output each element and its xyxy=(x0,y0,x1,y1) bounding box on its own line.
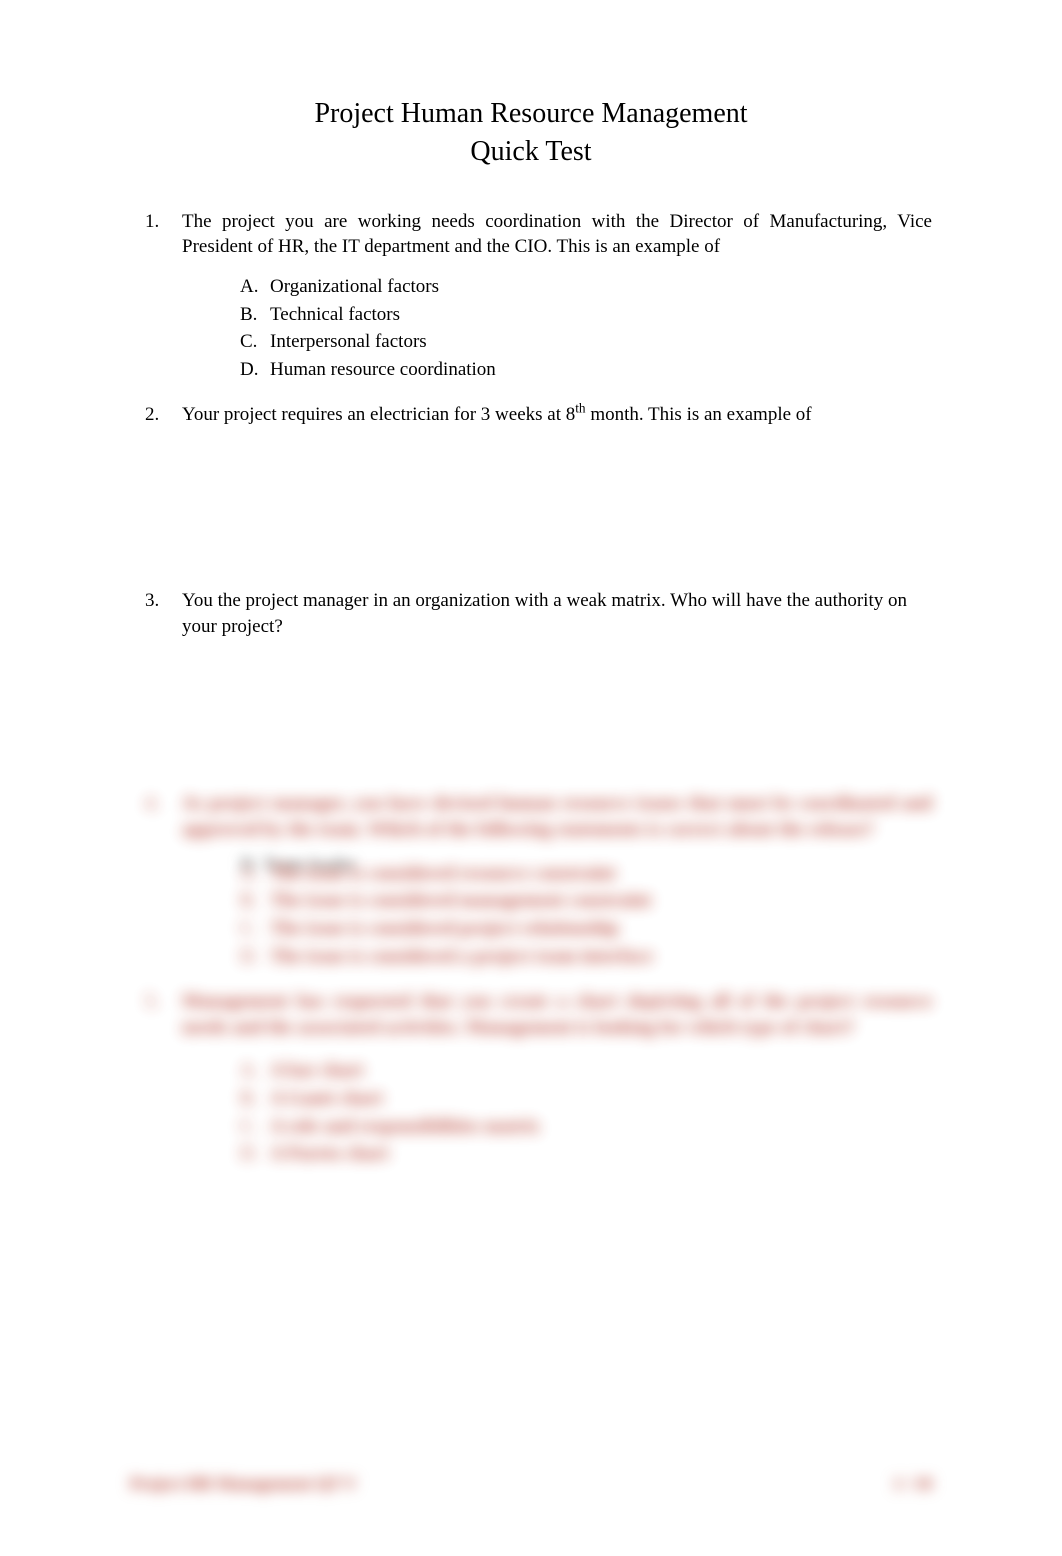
option-letter: A. xyxy=(240,1058,258,1084)
option-letter: B. xyxy=(240,1086,257,1112)
question-3: 3. You the project manager in an organiz… xyxy=(130,588,932,639)
option-d: D. A Pareto chart xyxy=(240,1141,932,1167)
options-list: A. A bar chart B. A Gantt chart C. A rol… xyxy=(182,1058,932,1167)
option-b: B. Technical factors xyxy=(240,302,932,328)
question-text: Your project requires an electrician for… xyxy=(182,402,932,428)
option-letter: B. xyxy=(240,302,257,328)
option-b: B. The issue is considered management co… xyxy=(240,888,932,914)
option-text: Interpersonal factors xyxy=(270,331,427,352)
page-footer: Project HR Management QT V 1 / 10 xyxy=(130,1474,932,1494)
option-text: Organizational factors xyxy=(270,276,439,297)
option-letter: D. xyxy=(240,944,258,970)
option-c: C. The issue is considered project relat… xyxy=(240,916,932,942)
option-c: C. A role and responsibilities matrix xyxy=(240,1114,932,1140)
questions-list: 1. The project you are working needs coo… xyxy=(130,209,932,1167)
option-text: The issue is considered a project team i… xyxy=(270,946,653,967)
question-text: As project manager, you have devised hum… xyxy=(182,791,932,842)
option-text: The issue is considered resource constra… xyxy=(270,863,616,884)
footer-right: 1 / 10 xyxy=(893,1474,932,1494)
option-text: The issue is considered management const… xyxy=(270,890,651,911)
option-letter: D. xyxy=(240,357,258,383)
question-text-sup: th xyxy=(575,401,585,416)
question-text: You the project manager in an organizati… xyxy=(182,588,932,639)
question-number: 5. xyxy=(145,989,159,1015)
question-number: 1. xyxy=(145,209,159,235)
blurred-content: 4. As project manager, you have devised … xyxy=(130,791,932,1167)
option-a: A. The issue is considered resource cons… xyxy=(240,861,932,887)
options-list: A. Organizational factors B. Technical f… xyxy=(182,274,932,383)
question-5-blurred: 5. Management has requested that you cre… xyxy=(130,989,932,1167)
question-text: Management has requested that you create… xyxy=(182,989,932,1040)
option-b: B. A Gantt chart xyxy=(240,1086,932,1112)
options-list: A. The issue is considered resource cons… xyxy=(182,861,932,970)
question-number: 2. xyxy=(145,402,159,428)
question-text-pre: Your project requires an electrician for… xyxy=(182,404,575,425)
option-text: A Pareto chart xyxy=(270,1143,389,1164)
option-letter: A. xyxy=(240,274,258,300)
option-c: C. Interpersonal factors xyxy=(240,329,932,355)
question-number: 3. xyxy=(145,588,159,614)
option-d: D. The issue is considered a project tea… xyxy=(240,944,932,970)
option-letter: B. xyxy=(240,888,257,914)
option-text: A bar chart xyxy=(270,1060,364,1081)
option-text: A role and responsibilities matrix xyxy=(270,1116,540,1137)
option-letter: C. xyxy=(240,916,257,942)
option-letter: D. xyxy=(240,1141,258,1167)
footer-left: Project HR Management QT V xyxy=(130,1474,357,1494)
question-number: 4. xyxy=(145,791,159,817)
option-letter: C. xyxy=(240,1114,257,1140)
option-a: A. A bar chart xyxy=(240,1058,932,1084)
question-text-post: month. This is an example of xyxy=(586,404,812,425)
title-line-2: Quick Test xyxy=(130,133,932,171)
option-text: Technical factors xyxy=(270,304,400,325)
title-line-1: Project Human Resource Management xyxy=(130,95,932,133)
option-a: A. Organizational factors xyxy=(240,274,932,300)
option-text: A Gantt chart xyxy=(270,1088,383,1109)
option-d: D. Human resource coordination xyxy=(240,357,932,383)
question-2: 2. Your project requires an electrician … xyxy=(130,402,932,428)
question-4-blurred: 4. As project manager, you have devised … xyxy=(130,791,932,969)
question-text: The project you are working needs coordi… xyxy=(182,209,932,260)
document-title: Project Human Resource Management Quick … xyxy=(130,95,932,171)
option-text: The issue is considered project relation… xyxy=(270,918,619,939)
option-letter: A. xyxy=(240,861,258,887)
question-1: 1. The project you are working needs coo… xyxy=(130,209,932,383)
option-letter: C. xyxy=(240,329,257,355)
option-text: Human resource coordination xyxy=(270,359,496,380)
